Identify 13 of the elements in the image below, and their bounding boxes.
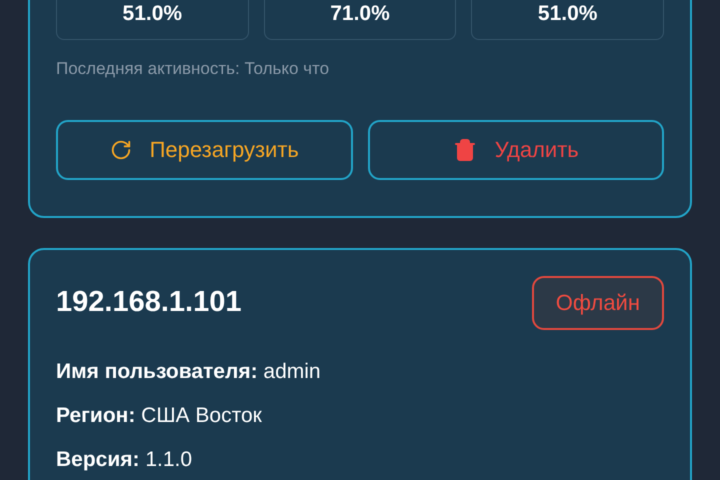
delete-button[interactable]: Удалить <box>368 120 664 180</box>
restart-icon <box>110 138 132 160</box>
metric-value: 71.0% <box>330 0 390 26</box>
detail-line: Регион: США Восток <box>56 402 263 428</box>
detail-line: Версия: 1.1.0 <box>56 446 194 472</box>
metric-value: 51.0% <box>538 0 598 26</box>
status-badge: Офлайн <box>532 276 664 330</box>
restart-button[interactable]: Перезагрузить <box>56 120 352 180</box>
detail-line: Имя пользователя: admin <box>56 358 322 384</box>
last-activity: Последняя активность: Только что <box>56 58 330 80</box>
server-address: 192.168.1.101 <box>56 284 242 320</box>
trash-icon <box>452 138 477 162</box>
metric-value: 51.0% <box>122 0 182 26</box>
